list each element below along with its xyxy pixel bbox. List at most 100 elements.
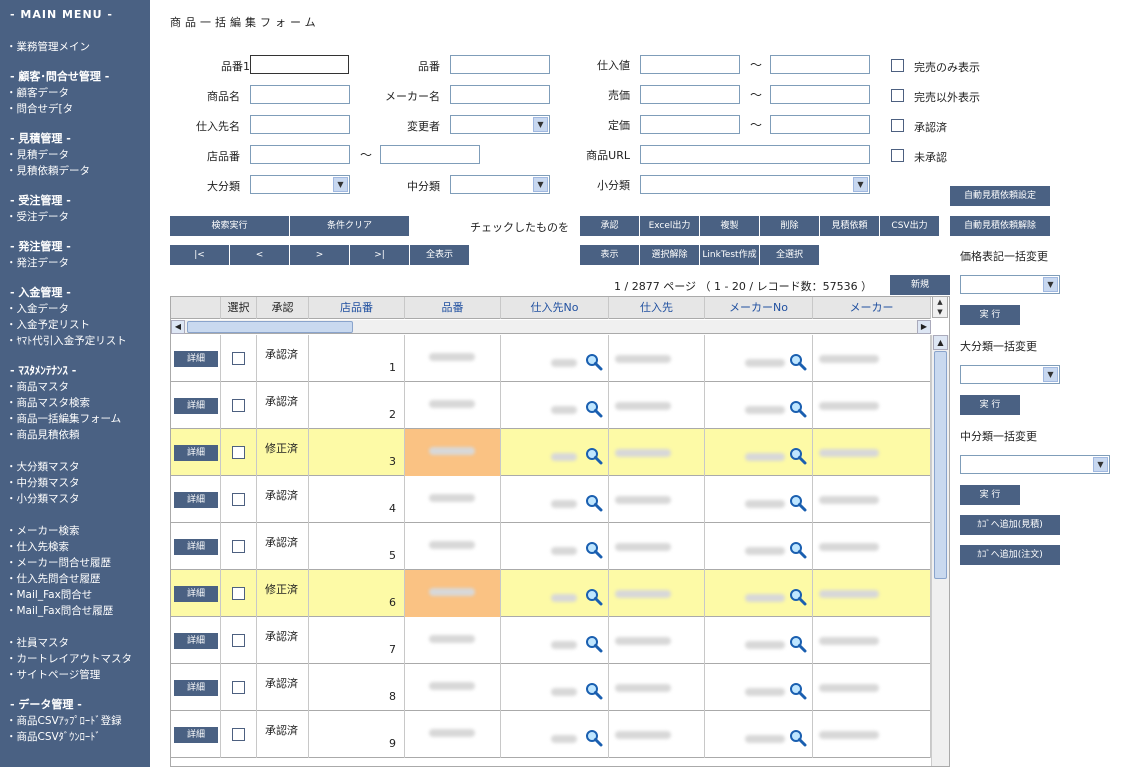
sidebar-item[interactable]: ・仕入先検索 (0, 539, 150, 555)
tenpin-ban-from-input[interactable] (250, 145, 350, 164)
duplicate-button[interactable]: 複製 (700, 216, 760, 236)
magnifier-icon[interactable] (585, 635, 603, 653)
detail-button[interactable]: 詳細 (174, 351, 218, 367)
sho-bunrui-select[interactable]: ▼ (640, 175, 870, 194)
sidebar-item[interactable]: ・商品CSVﾀﾞｳﾝﾛｰﾄﾞ (0, 729, 150, 745)
next-page-button[interactable]: > (290, 245, 350, 265)
sidebar-item[interactable]: ・仕入先問合せ履歴 (0, 571, 150, 587)
checkbox-kanbai-except[interactable] (891, 89, 904, 102)
row-select-checkbox[interactable] (232, 634, 245, 647)
scroll-right-icon[interactable]: ▶ (917, 320, 931, 334)
detail-button[interactable]: 詳細 (174, 633, 218, 649)
new-button[interactable]: 新規 (890, 275, 950, 295)
hinban1-input[interactable] (250, 55, 349, 74)
magnifier-icon[interactable] (789, 447, 807, 465)
checkbox-kanbai-only[interactable] (891, 59, 904, 72)
sidebar-item[interactable]: ・見積データ (0, 147, 150, 163)
sidebar-item[interactable]: ・見積依頼データ (0, 163, 150, 179)
detail-button[interactable]: 詳細 (174, 539, 218, 555)
magnifier-icon[interactable] (789, 635, 807, 653)
display-button[interactable]: 表示 (580, 245, 640, 265)
magnifier-icon[interactable] (585, 353, 603, 371)
row-select-checkbox[interactable] (232, 728, 245, 741)
detail-button[interactable]: 詳細 (174, 445, 218, 461)
scroll-thumb[interactable] (934, 351, 947, 579)
price-bulk-select[interactable]: ▼ (960, 275, 1060, 294)
grid-header-cell[interactable]: 店品番 (309, 297, 405, 319)
last-page-button[interactable]: >| (350, 245, 410, 265)
sidebar-item[interactable]: ・大分類マスタ (0, 459, 150, 475)
row-select-checkbox[interactable] (232, 681, 245, 694)
search-button[interactable]: 検索実行 (170, 216, 290, 236)
tenpin-ban-to-input[interactable] (380, 145, 480, 164)
show-all-button[interactable]: 全表示 (410, 245, 470, 265)
sidebar-item[interactable]: ・ﾔﾏﾄ代引入金予定リスト (0, 333, 150, 349)
grid-header-cell[interactable]: 仕入先No (501, 297, 609, 319)
header-scroll[interactable]: ▲ ▼ (932, 296, 948, 318)
sidebar-item[interactable]: ・Mail_Fax問合せ履歴 (0, 603, 150, 619)
sidebar-item[interactable]: ・メーカー問合せ履歴 (0, 555, 150, 571)
dai-bulk-select[interactable]: ▼ (960, 365, 1060, 384)
magnifier-icon[interactable] (585, 682, 603, 700)
sidebar-item[interactable]: ・入金予定リスト (0, 317, 150, 333)
scroll-up-icon[interactable]: ▲ (933, 335, 948, 350)
grid-header-cell[interactable]: メーカーNo (705, 297, 813, 319)
sidebar-item[interactable]: ・社員マスタ (0, 635, 150, 651)
shohin-url-input[interactable] (640, 145, 870, 164)
magnifier-icon[interactable] (789, 729, 807, 747)
row-select-checkbox[interactable] (232, 493, 245, 506)
baika-to-input[interactable] (770, 85, 870, 104)
sidebar-item-main[interactable]: ・業務管理メイン (0, 39, 150, 55)
magnifier-icon[interactable] (789, 353, 807, 371)
cart-add-quote-button[interactable]: ｶｺﾞへ追加(見積) (960, 515, 1060, 535)
magnifier-icon[interactable] (789, 400, 807, 418)
row-select-checkbox[interactable] (232, 540, 245, 553)
clear-button[interactable]: 条件クリア (290, 216, 410, 236)
magnifier-icon[interactable] (585, 400, 603, 418)
sidebar-item[interactable]: ・小分類マスタ (0, 491, 150, 507)
sidebar-item[interactable]: ・中分類マスタ (0, 475, 150, 491)
grid-header-cell[interactable]: 仕入先 (609, 297, 705, 319)
shiireneh-from-input[interactable] (640, 55, 740, 74)
vertical-scrollbar[interactable]: ▲ (931, 335, 949, 766)
sidebar-item[interactable]: ・サイトページ管理 (0, 667, 150, 683)
scroll-thumb[interactable] (187, 321, 353, 333)
grid-header-cell[interactable]: 品番 (405, 297, 501, 319)
quote-request-button[interactable]: 見積依頼 (820, 216, 880, 236)
sidebar-item[interactable]: ・カートレイアウトマスタ (0, 651, 150, 667)
first-page-button[interactable]: |< (170, 245, 230, 265)
magnifier-icon[interactable] (789, 541, 807, 559)
dai-exec-button[interactable]: 実 行 (960, 395, 1020, 415)
henkousha-select[interactable]: ▼ (450, 115, 550, 134)
row-select-checkbox[interactable] (232, 446, 245, 459)
row-select-checkbox[interactable] (232, 352, 245, 365)
shiiresaki-name-input[interactable] (250, 115, 350, 134)
detail-button[interactable]: 詳細 (174, 680, 218, 696)
magnifier-icon[interactable] (585, 494, 603, 512)
shiireneh-to-input[interactable] (770, 55, 870, 74)
magnifier-icon[interactable] (789, 682, 807, 700)
excel-button[interactable]: Excel出力 (640, 216, 700, 236)
sidebar-item[interactable]: ・Mail_Fax問合せ (0, 587, 150, 603)
detail-button[interactable]: 詳細 (174, 492, 218, 508)
linktest-button[interactable]: LinkTest作成 (700, 245, 760, 265)
magnifier-icon[interactable] (585, 729, 603, 747)
grid-header-cell[interactable]: メーカー (813, 297, 931, 319)
sidebar-item[interactable]: ・商品マスタ (0, 379, 150, 395)
shohinmei-input[interactable] (250, 85, 350, 104)
sidebar-item[interactable]: ・商品マスタ検索 (0, 395, 150, 411)
dai-bunrui-select[interactable]: ▼ (250, 175, 350, 194)
chu-exec-button[interactable]: 実 行 (960, 485, 1020, 505)
sidebar-item[interactable]: ・商品CSVｱｯﾌﾟﾛｰﾄﾞ登録 (0, 713, 150, 729)
checkbox-unapproved[interactable] (891, 149, 904, 162)
sidebar-item[interactable]: ・商品一括編集フォーム (0, 411, 150, 427)
sidebar-item[interactable]: ・顧客データ (0, 85, 150, 101)
select-all-button[interactable]: 全選択 (760, 245, 820, 265)
horizontal-scrollbar[interactable]: ◀ ▶ (171, 320, 931, 334)
maker-name-input[interactable] (450, 85, 550, 104)
sidebar-item[interactable]: ・問合せデ[タ (0, 101, 150, 117)
scroll-left-icon[interactable]: ◀ (171, 320, 185, 334)
magnifier-icon[interactable] (585, 447, 603, 465)
teika-to-input[interactable] (770, 115, 870, 134)
magnifier-icon[interactable] (789, 494, 807, 512)
